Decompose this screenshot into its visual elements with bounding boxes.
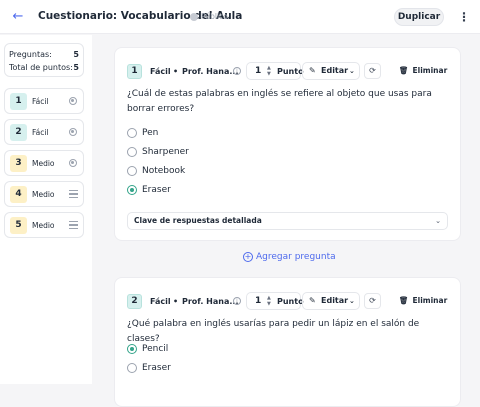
option-label: Notebook [142, 166, 186, 176]
question-difficulty: Fácil [32, 127, 49, 137]
delete-label: Eliminar [412, 296, 448, 305]
refresh-icon[interactable]: ⟳ [364, 293, 381, 309]
edit-label: Editar [321, 66, 349, 75]
pencil-icon: ✎ [309, 66, 316, 75]
delete-label: Eliminar [412, 66, 448, 75]
sidebar: Preguntas: 5 Total de puntos: 5 1 Fácil … [0, 35, 92, 384]
answer-key-label: Clave de respuestas detallada [134, 216, 262, 225]
stepper-arrows-icon[interactable]: ▲ ▼ [267, 65, 271, 77]
stat-label: Total de puntos: [9, 63, 73, 72]
answer-option[interactable]: Pen [127, 126, 158, 140]
back-arrow-icon[interactable]: ← [10, 9, 26, 25]
info-icon[interactable]: i [233, 297, 241, 305]
radio-button[interactable] [127, 363, 137, 373]
answer-option-correct[interactable]: Pencil [127, 342, 168, 356]
radio-button[interactable] [127, 128, 137, 138]
question-difficulty: Medio [32, 158, 55, 168]
visibility-label: Público [201, 12, 228, 21]
plus-circle-icon: + [243, 252, 253, 262]
question-difficulty: Fácil [150, 67, 171, 76]
stat-value: 5 [73, 63, 79, 72]
question-number-badge: 1 [127, 64, 142, 79]
answer-key-accordion[interactable]: Clave de respuestas detallada ⌄ [127, 212, 448, 230]
sidebar-item-question-5[interactable]: 5 Medio [4, 212, 84, 238]
points-value: 1 [255, 66, 262, 76]
stat-questions: Preguntas: 5 [9, 48, 79, 61]
question-number: 2 [10, 123, 27, 141]
globe-icon [190, 12, 198, 21]
more-options-icon[interactable]: ⋮ [458, 9, 470, 25]
trash-icon: 🗑 [399, 66, 409, 75]
question-text: ¿Cuál de estas palabras en inglés se ref… [127, 89, 432, 114]
option-label: Eraser [142, 185, 171, 195]
info-icon[interactable]: i [233, 67, 241, 75]
points-stepper[interactable]: 1 ▲ ▼ Punto [246, 62, 304, 80]
question-difficulty: Medio [32, 189, 55, 199]
text-lines-icon [69, 221, 78, 229]
answer-option[interactable]: Eraser [127, 361, 171, 375]
radio-button[interactable] [127, 166, 137, 176]
question-difficulty: Medio [32, 220, 55, 230]
sidebar-item-question-4[interactable]: 4 Medio [4, 181, 84, 207]
answer-option[interactable]: Sharpener [127, 145, 189, 159]
delete-button[interactable]: 🗑 Eliminar [399, 296, 447, 305]
stat-label: Preguntas: [9, 50, 52, 59]
edit-label: Editar [321, 296, 349, 305]
question-number: 3 [10, 154, 27, 172]
radio-icon [69, 159, 77, 167]
radio-icon [69, 128, 77, 136]
option-label: Pencil [142, 344, 169, 354]
question-header: 2 Fácil • Prof. Hana... i 1 ▲ ▼ Punto ✎ E… [127, 292, 452, 312]
points-stepper[interactable]: 1 ▲ ▼ Punto [246, 292, 304, 310]
duplicate-button[interactable]: Duplicar [394, 8, 444, 26]
answer-option[interactable]: Notebook [127, 164, 185, 178]
add-question-button[interactable]: + Agregar pregunta [243, 252, 336, 262]
sidebar-item-question-1[interactable]: 1 Fácil [4, 88, 84, 114]
radio-icon [69, 97, 77, 105]
question-number: 5 [10, 216, 27, 234]
stepper-arrows-icon[interactable]: ▲ ▼ [267, 295, 271, 307]
radio-button[interactable] [127, 147, 137, 157]
refresh-icon[interactable]: ⟳ [364, 63, 381, 79]
question-author: Prof. Hana... [182, 297, 239, 306]
question-author: Prof. Hana... [182, 67, 239, 76]
question-number: 4 [10, 185, 27, 203]
separator-dot: • [173, 67, 179, 76]
points-value: 1 [255, 296, 262, 306]
question-difficulty: Fácil [32, 96, 49, 106]
separator-dot: • [173, 297, 179, 306]
edit-dropdown[interactable]: ✎ Editar ⌄ [302, 62, 360, 80]
chevron-down-icon: ⌄ [349, 67, 355, 75]
question-header: 1 Fácil • Prof. Hana... i 1 ▲ ▼ Punto ✎ E… [127, 62, 452, 82]
visibility-badge: Público [190, 12, 228, 21]
add-question-label: Agregar pregunta [256, 252, 336, 262]
question-card-2: 2 Fácil • Prof. Hana... i 1 ▲ ▼ Punto ✎ E… [114, 277, 461, 407]
answer-option-correct[interactable]: Eraser [127, 183, 171, 197]
points-unit: Punto [277, 67, 304, 76]
option-label: Pen [142, 128, 159, 138]
edit-dropdown[interactable]: ✎ Editar ⌄ [302, 292, 360, 310]
trash-icon: 🗑 [399, 296, 409, 305]
question-card-1: 1 Fácil • Prof. Hana... i 1 ▲ ▼ Punto ✎ E… [114, 47, 461, 241]
top-bar: ← Cuestionario: Vocabulario del Aula Púb… [0, 0, 480, 34]
text-lines-icon [69, 190, 78, 198]
option-label: Sharpener [142, 147, 189, 157]
stat-value: 5 [73, 50, 79, 59]
question-number: 1 [10, 92, 27, 110]
points-unit: Punto [277, 297, 304, 306]
radio-button-selected[interactable] [127, 344, 137, 354]
question-number-badge: 2 [127, 294, 142, 309]
chevron-down-icon: ⌄ [435, 217, 441, 225]
sidebar-item-question-2[interactable]: 2 Fácil [4, 119, 84, 145]
option-label: Eraser [142, 363, 171, 373]
chevron-down-icon: ⌄ [349, 297, 355, 305]
stat-total-points: Total de puntos: 5 [9, 61, 79, 74]
sidebar-item-question-3[interactable]: 3 Medio [4, 150, 84, 176]
question-difficulty: Fácil [150, 297, 171, 306]
delete-button[interactable]: 🗑 Eliminar [399, 66, 447, 75]
quiz-stats: Preguntas: 5 Total de puntos: 5 [4, 43, 84, 77]
radio-button-selected[interactable] [127, 185, 137, 195]
question-text: ¿Qué palabra en inglés usarías para pedi… [127, 319, 420, 344]
pencil-icon: ✎ [309, 296, 316, 305]
